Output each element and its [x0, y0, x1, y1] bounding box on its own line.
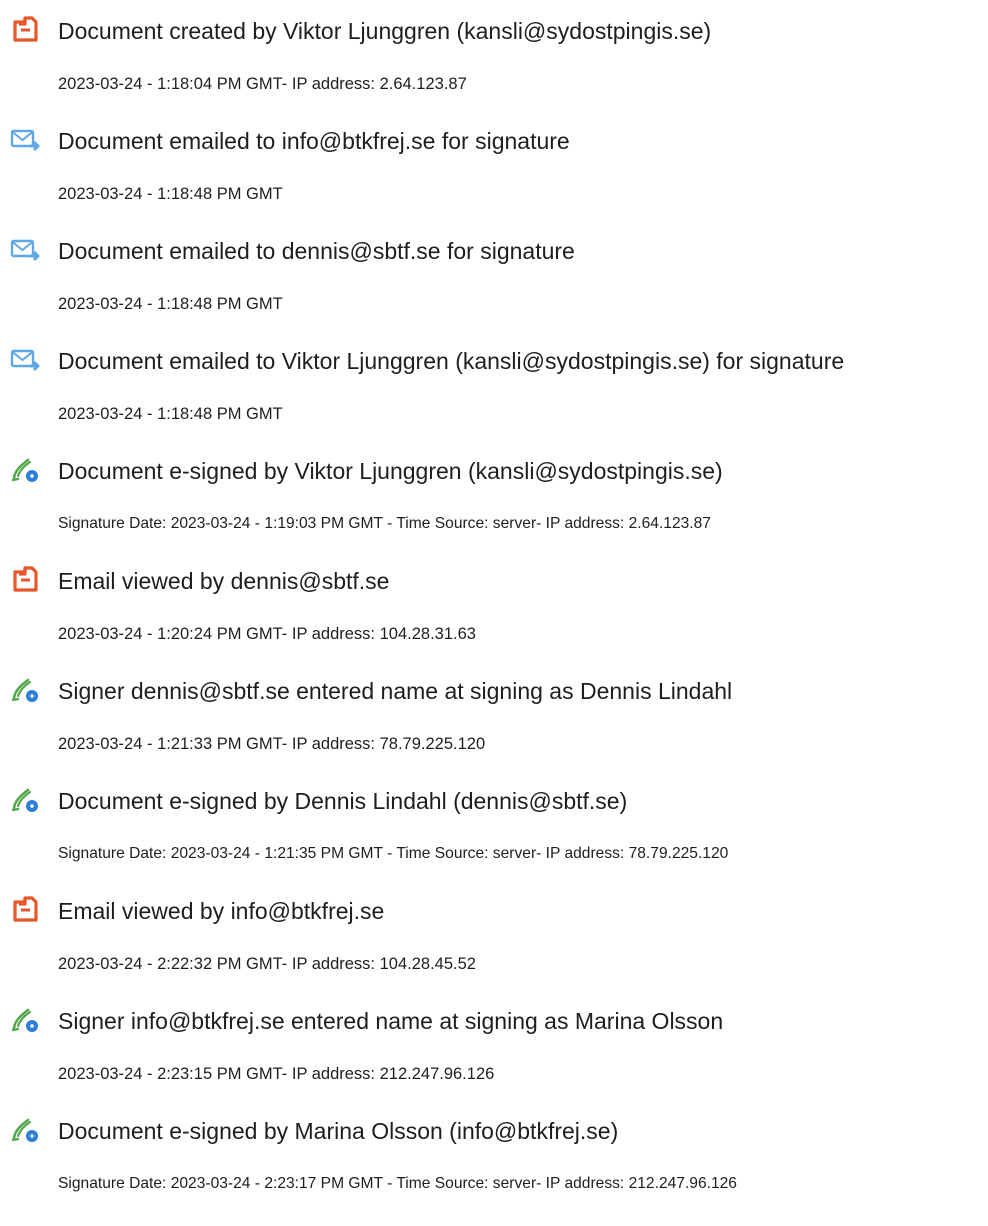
event-detail: Signature Date: 2023-03-24 - 1:21:35 PM …: [58, 845, 729, 862]
document-view-icon: [10, 564, 40, 594]
esign-pen-icon: [10, 784, 40, 814]
event-title: Document e-signed by Viktor Ljunggren (k…: [58, 458, 723, 484]
email-send-icon: [10, 344, 40, 374]
event-title: Email viewed by dennis@sbtf.se: [58, 568, 390, 594]
event-detail: 2023-03-24 - 2:23:15 PM GMT- IP address:…: [58, 1065, 495, 1083]
event-title: Document e-signed by Marina Olsson (info…: [58, 1118, 619, 1144]
event-detail: 2023-03-24 - 1:18:04 PM GMT- IP address:…: [58, 75, 467, 93]
event-detail: 2023-03-24 - 1:18:48 PM GMT: [58, 295, 283, 313]
event-detail: 2023-03-24 - 2:22:32 PM GMT- IP address:…: [58, 955, 476, 973]
event-title: Document emailed to dennis@sbtf.se for s…: [58, 238, 575, 264]
event-title: Signer info@btkfrej.se entered name at s…: [58, 1008, 724, 1034]
email-send-icon: [10, 234, 40, 264]
audit-event: Email viewed by dennis@sbtf.se 2023-03-2…: [0, 564, 988, 664]
esign-pen-icon: [10, 1114, 40, 1144]
event-title: Document created by Viktor Ljunggren (ka…: [58, 18, 712, 44]
event-title: Email viewed by info@btkfrej.se: [58, 898, 385, 924]
audit-event: Document emailed to info@btkfrej.se for …: [0, 124, 988, 224]
event-detail: 2023-03-24 - 1:18:48 PM GMT: [58, 185, 283, 203]
event-detail: 2023-03-24 - 1:18:48 PM GMT: [58, 405, 283, 423]
audit-event: Signer info@btkfrej.se entered name at s…: [0, 1004, 988, 1104]
email-send-icon: [10, 124, 40, 154]
document-add-icon: [10, 14, 40, 44]
audit-event: Signer dennis@sbtf.se entered name at si…: [0, 674, 988, 774]
event-title: Document emailed to Viktor Ljunggren (ka…: [58, 348, 845, 374]
event-detail: 2023-03-24 - 1:20:24 PM GMT- IP address:…: [58, 625, 476, 643]
event-title: Document e-signed by Dennis Lindahl (den…: [58, 788, 628, 814]
event-detail: Signature Date: 2023-03-24 - 2:23:17 PM …: [58, 1175, 737, 1192]
event-detail: Signature Date: 2023-03-24 - 1:19:03 PM …: [58, 515, 711, 532]
document-view-icon: [10, 894, 40, 924]
esign-pen-icon: [10, 1004, 40, 1034]
audit-event: Document emailed to dennis@sbtf.se for s…: [0, 234, 988, 334]
event-title: Signer dennis@sbtf.se entered name at si…: [58, 678, 733, 704]
audit-event: Document emailed to Viktor Ljunggren (ka…: [0, 344, 988, 444]
event-title: Document emailed to info@btkfrej.se for …: [58, 128, 570, 154]
audit-event: Email viewed by info@btkfrej.se 2023-03-…: [0, 894, 988, 994]
audit-event: Document e-signed by Viktor Ljunggren (k…: [0, 454, 988, 554]
audit-event: Document e-signed by Dennis Lindahl (den…: [0, 784, 988, 884]
esign-pen-icon: [10, 454, 40, 484]
audit-trail-list: Document created by Viktor Ljunggren (ka…: [0, 0, 988, 1226]
audit-event: Document e-signed by Marina Olsson (info…: [0, 1114, 988, 1214]
event-detail: 2023-03-24 - 1:21:33 PM GMT- IP address:…: [58, 735, 486, 753]
esign-pen-icon: [10, 674, 40, 704]
audit-event: Document created by Viktor Ljunggren (ka…: [0, 14, 988, 114]
